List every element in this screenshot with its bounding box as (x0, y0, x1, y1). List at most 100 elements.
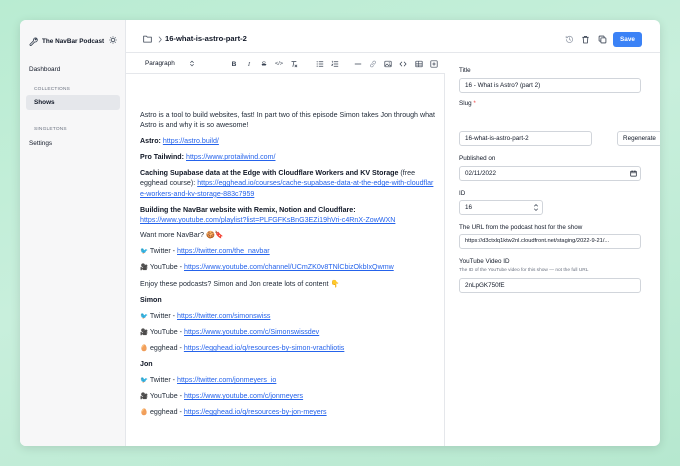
enjoy-paragraph: Enjoy these podcasts? Simon and Jon crea… (140, 279, 436, 289)
slug-input[interactable]: 16-what-is-astro-part-2 (459, 131, 592, 146)
save-button[interactable]: Save (613, 32, 642, 47)
published-label: Published on (459, 155, 496, 162)
youtube-prefix: YouTube - (149, 263, 184, 271)
bullet-list-icon[interactable] (316, 60, 324, 68)
navbar-twitter-link[interactable]: https://twitter.com/the_navbar (177, 247, 270, 255)
youtube-prefix: YouTube - (149, 392, 184, 400)
divider-icon[interactable] (354, 60, 362, 68)
rich-text-editor[interactable]: Astro is a tool to build websites, fast!… (126, 74, 445, 446)
fields-panel: Title 16 - What is Astro? (part 2) Slug … (446, 53, 660, 446)
bird-icon: 🐦 (140, 312, 148, 320)
stepper-icon[interactable] (533, 203, 539, 212)
slug-label: Slug * (459, 100, 476, 107)
jon-twitter-paragraph: 🐦 Twitter - https://twitter.com/jonmeyer… (140, 375, 436, 385)
jon-youtube-paragraph: 🎥 YouTube - https://www.youtube.com/c/jo… (140, 391, 436, 401)
calendar-icon[interactable] (630, 170, 637, 177)
enjoy-text: Enjoy these podcasts? Simon and Jon crea… (140, 280, 340, 288)
navbar-youtube-link[interactable]: https://www.youtube.com/channel/UCmZK0v8… (184, 263, 394, 271)
navbar-build-paragraph: Building the NavBar website with Remix, … (140, 206, 396, 225)
twitter-prefix: Twitter - (149, 376, 178, 384)
italic-icon[interactable]: I (245, 60, 253, 68)
twitter-prefix: Twitter - (149, 247, 178, 255)
astro-link[interactable]: https://astro.build/ (163, 137, 219, 145)
sidebar-item-dashboard[interactable]: Dashboard (29, 66, 60, 73)
youtube-label: YouTube Video ID (459, 258, 510, 265)
url-input[interactable]: https://d3ctxlq1ktw2nl.cloudfront.net/st… (459, 234, 641, 249)
intro-text: Astro is a tool to build websites, fast!… (140, 111, 435, 130)
id-label: ID (459, 190, 466, 197)
history-icon[interactable] (564, 34, 574, 44)
code-icon[interactable]: </> (275, 60, 283, 68)
trash-icon[interactable] (580, 34, 590, 44)
egg-icon: 🥚 (140, 408, 148, 416)
paragraph-style-select[interactable]: Paragraph (145, 60, 175, 67)
jon-twitter-link[interactable]: https://twitter.com/jonmeyers_io (177, 376, 276, 384)
egghead-prefix: egghead - (149, 344, 184, 352)
astro-paragraph: Astro: https://astro.build/ (140, 136, 436, 146)
youtube-hint: The ID of the YouTube video for this sho… (459, 268, 589, 273)
table-icon[interactable] (415, 60, 423, 68)
supabase-label: Caching Supabase data at the Edge with C… (140, 169, 399, 177)
twitter-prefix: Twitter - (149, 312, 178, 320)
simon-twitter-paragraph: 🐦 Twitter - https://twitter.com/simonswi… (140, 311, 436, 321)
simon-egghead-paragraph: 🥚 egghead - https://egghead.io/q/resourc… (140, 343, 436, 353)
supabase-paragraph: Caching Supabase data at the Edge with C… (140, 168, 436, 199)
intro-paragraph: Astro is a tool to build websites, fast!… (140, 110, 436, 131)
simon-egghead-link[interactable]: https://egghead.io/q/resources-by-simon-… (184, 344, 344, 352)
copy-icon[interactable] (597, 34, 607, 44)
navbar-youtube-paragraph: 🎥 YouTube - https://www.youtube.com/chan… (140, 262, 436, 272)
folder-icon[interactable] (143, 35, 152, 43)
jon-heading: Jon (140, 359, 436, 369)
code-block-icon[interactable] (399, 60, 407, 68)
sidebar-item-settings[interactable]: Settings (29, 140, 52, 147)
document-title: 16-what-is-astro-part-2 (165, 34, 247, 43)
jon-egghead-paragraph: 🥚 egghead - https://egghead.io/q/resourc… (140, 407, 436, 417)
title-input[interactable]: 16 - What is Astro? (part 2) (459, 78, 641, 93)
jon-name: Jon (140, 360, 153, 368)
regenerate-button[interactable]: Regenerate (617, 131, 660, 146)
sidebar: The NavBar Podcast Dashboard COLLECTIONS… (20, 20, 126, 446)
jon-youtube-link[interactable]: https://www.youtube.com/c/jonmeyers (184, 392, 303, 400)
image-icon[interactable] (384, 60, 392, 68)
editor-toolbar: Paragraph B I S </> (126, 53, 445, 74)
egg-icon: 🥚 (140, 344, 148, 352)
tailwind-link[interactable]: https://www.protailwind.com/ (186, 153, 276, 161)
slug-label-text: Slug (459, 100, 472, 107)
navbar-build-label: Building the NavBar website with Remix, … (140, 206, 354, 214)
link-icon[interactable] (369, 60, 377, 68)
sidebar-item-shows[interactable]: Shows (26, 95, 120, 110)
numbered-list-icon[interactable] (331, 60, 339, 68)
sidebar-section-collections: COLLECTIONS (34, 87, 71, 92)
brand[interactable]: The NavBar Podcast (29, 35, 104, 47)
simon-youtube-paragraph: 🎥 YouTube - https://www.youtube.com/c/Si… (140, 327, 436, 337)
wrench-icon (29, 37, 38, 46)
top-bar: 16-what-is-astro-part-2 Save (126, 20, 660, 53)
navbar-build-link[interactable]: https://www.youtube.com/playlist?list=PL… (140, 216, 395, 224)
simon-twitter-link[interactable]: https://twitter.com/simonswiss (177, 312, 270, 320)
chevron-right-icon (157, 36, 163, 43)
brand-name: The NavBar Podcast (42, 37, 105, 45)
title-label: Title (459, 67, 471, 74)
published-date-value: 02/11/2022 (465, 170, 497, 177)
url-label: The URL from the podcast host for the sh… (459, 224, 583, 231)
id-input[interactable]: 16 (459, 200, 543, 215)
clear-format-icon[interactable] (290, 60, 298, 68)
youtube-input[interactable]: 2nLpGK750fE (459, 278, 641, 293)
published-date-input[interactable]: 02/11/2022 (459, 166, 641, 181)
egghead-prefix: egghead - (149, 408, 184, 416)
simon-youtube-link[interactable]: https://www.youtube.com/c/Simonswissdev (184, 328, 319, 336)
sun-icon[interactable] (109, 36, 117, 44)
navbar-twitter-paragraph: 🐦 Twitter - https://twitter.com/the_navb… (140, 246, 436, 256)
bird-icon: 🐦 (140, 247, 148, 255)
want-more-paragraph: Want more NavBar? 🍪🔖 (140, 230, 436, 240)
simon-name: Simon (140, 296, 162, 304)
astro-label: Astro: (140, 137, 161, 145)
bird-icon: 🐦 (140, 376, 148, 384)
youtube-prefix: YouTube - (149, 328, 184, 336)
jon-egghead-link[interactable]: https://egghead.io/q/resources-by-jon-me… (184, 408, 327, 416)
want-more-text: Want more NavBar? 🍪🔖 (140, 231, 224, 239)
bold-icon[interactable]: B (230, 60, 238, 68)
required-marker: * (473, 100, 476, 107)
strikethrough-icon[interactable]: S (260, 60, 268, 68)
add-block-icon[interactable] (430, 60, 438, 68)
